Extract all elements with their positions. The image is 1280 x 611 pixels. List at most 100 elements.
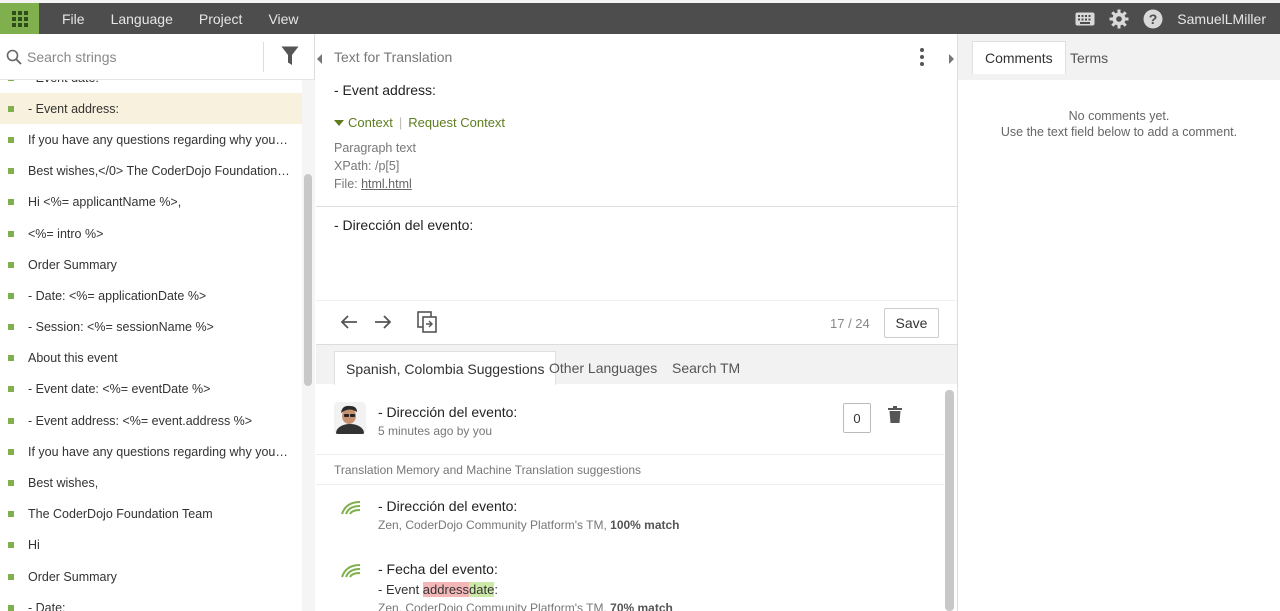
string-list-item[interactable]: If you have any questions regarding why … <box>0 124 302 155</box>
status-indicator <box>8 230 14 237</box>
more-options-icon[interactable] <box>920 48 924 66</box>
string-label: Hi <%= applicantName %>, <box>28 195 182 210</box>
string-list-item[interactable]: Hi <box>0 530 302 561</box>
tm-meta: Zen, CoderDojo Community Platform's TM, … <box>378 518 680 532</box>
strings-scrollbar[interactable] <box>304 174 312 386</box>
string-label: - Date: <box>28 600 66 611</box>
string-list-item[interactable]: If you have any questions regarding why … <box>0 436 302 467</box>
search-input[interactable] <box>27 48 247 65</box>
string-list-item[interactable]: - Event address: <%= event.address %> <box>0 405 302 436</box>
top-bar-actions: ? SamuelLMiller <box>1061 9 1280 29</box>
top-bar: File Language Project View ? SamuelLMill <box>0 0 1280 34</box>
string-label: Order Summary <box>28 569 117 584</box>
meta-file: File: html.html <box>334 175 957 193</box>
side-panel: Comments Terms No comments yet. Use the … <box>957 34 1280 611</box>
diff-prefix: - Event <box>378 582 423 597</box>
diff-deleted: address <box>422 582 470 597</box>
tab-other-languages[interactable]: Other Languages <box>538 351 668 385</box>
tm-suggestion-2[interactable]: - Fecha del evento: - Event addressdate:… <box>378 561 673 611</box>
string-search-bar <box>0 34 314 80</box>
tm-text: - Fecha del evento: <box>378 561 498 577</box>
string-list-item[interactable]: Order Summary <box>0 561 302 592</box>
tm-logo-icon <box>338 500 362 519</box>
meta-paragraph: Paragraph text <box>334 141 416 155</box>
strings-list: - Event date: - Event address: If you have… <box>0 80 302 611</box>
menu-language[interactable]: Language <box>98 11 186 27</box>
context-row: Context | Request Context <box>334 115 957 130</box>
translation-text[interactable]: - Dirección del evento: <box>334 217 957 233</box>
tab-comments[interactable]: Comments <box>972 41 1066 74</box>
collapse-left-icon[interactable] <box>317 52 323 67</box>
menu-view[interactable]: View <box>255 11 311 27</box>
context-meta: Paragraph text XPath: /p[5] File: html.h… <box>334 139 957 193</box>
string-list-item[interactable]: Order Summary <box>0 249 302 280</box>
status-indicator <box>8 417 14 424</box>
trash-icon[interactable] <box>888 406 902 426</box>
copy-source-icon[interactable] <box>417 311 437 336</box>
status-indicator <box>8 80 14 81</box>
status-indicator <box>8 199 14 206</box>
string-label: - Event date: <%= eventDate %> <box>28 382 211 397</box>
grid-icon <box>11 10 28 27</box>
string-label: Best wishes, <box>28 476 99 491</box>
status-indicator <box>8 261 14 268</box>
arrow-right-icon[interactable] <box>374 311 392 336</box>
menu-file[interactable]: File <box>49 11 98 27</box>
string-list-item[interactable]: <%= intro %> <box>0 218 302 249</box>
request-context-link[interactable]: Request Context <box>408 115 505 130</box>
diff-suffix: : <box>494 582 498 597</box>
suggestion-tabs: Spanish, Colombia Suggestions Other Lang… <box>316 344 957 385</box>
string-label: - Event address: <box>28 101 120 116</box>
string-label: - Event date: <box>28 80 99 85</box>
translation-editor[interactable]: - Dirección del evento: <box>316 206 957 300</box>
help-icon[interactable]: ? <box>1143 9 1163 29</box>
string-list-item[interactable]: Best wishes, <box>0 467 302 498</box>
string-label: If you have any questions regarding why … <box>28 132 292 147</box>
string-list-item[interactable]: - Event address: <box>0 93 302 125</box>
string-list-item[interactable]: - Event date: <box>0 80 302 93</box>
status-indicator <box>8 105 14 112</box>
string-list-item[interactable]: - Session: <%= sessionName %> <box>0 312 302 343</box>
tab-locale-suggestions[interactable]: Spanish, Colombia Suggestions <box>334 351 557 385</box>
string-list-item[interactable]: Best wishes,</0> The CoderDojo Foundatio… <box>0 156 302 187</box>
tab-terms[interactable]: Terms <box>1058 41 1120 74</box>
app-menu-button[interactable] <box>0 3 39 34</box>
menu-project[interactable]: Project <box>186 11 256 27</box>
editor-toolbar: 17 / 24 Save <box>316 300 957 344</box>
keyboard-icon[interactable] <box>1075 12 1095 26</box>
diff-inserted: date <box>469 582 495 597</box>
string-list-item[interactable]: About this event <box>0 343 302 374</box>
string-list-item[interactable]: The CoderDojo Foundation Team <box>0 499 302 530</box>
arrow-left-icon[interactable] <box>340 311 358 336</box>
tm-section-label: Translation Memory and Machine Translati… <box>316 454 944 485</box>
search-divider <box>263 42 264 72</box>
tm-match-score: 100% match <box>610 518 680 532</box>
string-list-item[interactable]: Hi <%= applicantName %>, <box>0 187 302 218</box>
string-label: The CoderDojo Foundation Team <box>28 507 213 522</box>
collapse-right-icon[interactable] <box>948 52 954 67</box>
context-toggle[interactable]: Context <box>334 115 393 130</box>
vote-count[interactable]: 0 <box>843 403 871 433</box>
suggestions-scrollbar[interactable] <box>945 390 954 611</box>
file-link[interactable]: html.html <box>361 177 412 191</box>
filter-icon[interactable] <box>281 46 299 66</box>
string-label: Best wishes,</0> The CoderDojo Foundatio… <box>28 164 292 179</box>
user-menu[interactable]: SamuelLMiller <box>1177 11 1266 27</box>
user-suggestion[interactable]: - Dirección del evento: 5 minutes ago by… <box>378 404 517 438</box>
save-button[interactable]: Save <box>884 308 939 338</box>
string-list-item[interactable]: - Event date: <%= eventDate %> <box>0 374 302 405</box>
tab-search-tm[interactable]: Search TM <box>661 351 751 385</box>
tm-logo-icon <box>338 563 362 582</box>
string-list-item[interactable]: - Date: <box>0 592 302 611</box>
svg-text:?: ? <box>1149 11 1158 27</box>
status-indicator <box>8 542 14 549</box>
string-list-item[interactable]: - Date: <%= applicationDate %> <box>0 280 302 311</box>
status-indicator <box>8 324 14 331</box>
meta-xpath: XPath: /p[5] <box>334 159 400 173</box>
string-counter: 17 / 24 <box>830 316 870 331</box>
tm-suggestion-1[interactable]: - Dirección del evento: Zen, CoderDojo C… <box>378 498 680 532</box>
string-label: - Event address: <%= event.address %> <box>28 413 253 428</box>
gear-icon[interactable] <box>1109 9 1129 29</box>
editor-header: Text for Translation <box>316 34 957 80</box>
source-text: - Event address: <box>334 82 436 98</box>
